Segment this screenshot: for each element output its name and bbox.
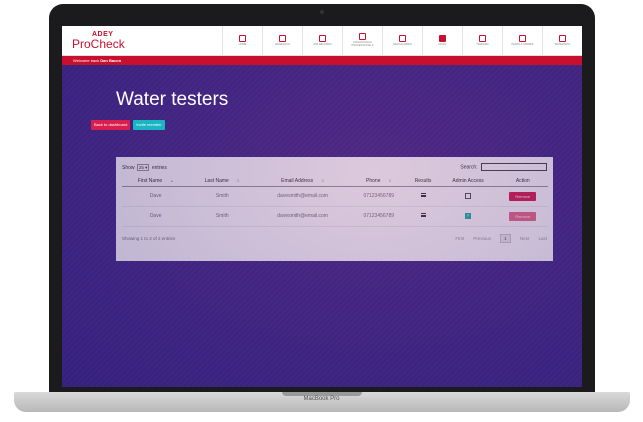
last-name-cell: Smith (189, 186, 256, 207)
phone-cell: 07123456789 (350, 186, 408, 207)
table-row: Dave Smith davesmith@email.com 071234567… (122, 206, 548, 227)
sort-icon: ⇅ (321, 178, 325, 183)
sort-icon: ⇅ (388, 178, 392, 183)
last-name-cell: Smith (189, 206, 256, 227)
device-brand-label: MacBook Pro (303, 396, 340, 402)
research-icon (279, 34, 286, 42)
remove-button[interactable]: Remove (509, 211, 537, 221)
phone-cell: 07123456789 (350, 206, 408, 227)
search-input[interactable] (481, 163, 547, 171)
results-list-icon[interactable] (420, 193, 426, 197)
testers-table: First Name ▲ Last Name ⇅ Email Address ⇅ Ph… (122, 176, 548, 227)
magnaclean-icon (359, 33, 366, 41)
pagination: First Previous 1 Next Last (447, 233, 547, 243)
entries-select[interactable]: 25 ▾ (136, 163, 150, 171)
brand-name: ProCheck (72, 37, 125, 51)
pagination-previous[interactable]: Previous (473, 236, 491, 241)
search-label: Search: (460, 164, 478, 171)
records-icon (319, 34, 326, 42)
testers-table-panel: Show 25 ▾ entries Search: First Name ▲ La… (116, 157, 553, 261)
column-first-name[interactable]: First Name ▲ (122, 176, 190, 187)
entries-length-control: Show 25 ▾ entries (122, 163, 167, 171)
nav-item-magnaclean[interactable]: MAGNACLEAN PROFESSIONALS (342, 26, 382, 56)
nav-item-job-records[interactable]: JOB RECORDS (302, 26, 342, 56)
admin-access-checkbox[interactable] (465, 192, 472, 199)
laptop-mockup: ADEY ProCheck HOME RESEARCH JOB RECORDS … (0, 0, 643, 422)
top-navigation: ADEY ProCheck HOME RESEARCH JOB RECORDS … (62, 26, 582, 56)
nav-item-research[interactable]: RESEARCH (262, 26, 302, 56)
column-admin-access: Admin Access (438, 176, 498, 187)
diary-icon (439, 34, 446, 42)
camera (320, 10, 324, 14)
procheck-logo[interactable]: ADEY ProCheck (62, 31, 222, 50)
nav-item-home[interactable]: HOME (222, 26, 262, 56)
invite-member-button[interactable]: Invite member (133, 120, 165, 130)
search-control: Search: (460, 163, 547, 171)
nav-item-diary[interactable]: DIARY (422, 26, 462, 56)
column-results: Results (407, 176, 439, 187)
first-name-cell: Dave (122, 186, 190, 207)
email-cell: davesmith@email.com (255, 186, 351, 207)
welcome-user: Dan Bacon (100, 58, 122, 63)
first-name-cell: Dave (122, 206, 190, 227)
watertest-icon (559, 34, 566, 42)
column-action: Action (497, 176, 548, 187)
nav-item-device-admin[interactable]: DEVICE ADMIN (382, 26, 422, 56)
training-icon (479, 34, 486, 42)
column-last-name[interactable]: Last Name ⇅ (189, 176, 256, 187)
device-icon (399, 34, 406, 42)
pagination-page-1[interactable]: 1 (500, 233, 511, 243)
nav-item-parts[interactable]: PARTS & SPARES (502, 26, 542, 56)
sort-icon: ⇅ (236, 178, 240, 183)
laptop-base (14, 392, 630, 412)
nav-item-watertest[interactable]: WATERTEST (542, 26, 582, 56)
welcome-prefix: Welcome back (73, 58, 100, 63)
column-email[interactable]: Email Address ⇅ (255, 176, 351, 187)
home-icon (239, 34, 246, 42)
table-row: Dave Smith davesmith@email.com 071234567… (122, 186, 548, 207)
laptop-lid: ADEY ProCheck HOME RESEARCH JOB RECORDS … (49, 4, 595, 396)
screen: ADEY ProCheck HOME RESEARCH JOB RECORDS … (62, 26, 582, 387)
admin-access-checkbox-checked[interactable]: ✓ (465, 212, 472, 219)
results-list-icon[interactable] (420, 213, 426, 217)
parts-icon (519, 34, 526, 42)
remove-button[interactable]: Remove (509, 191, 537, 201)
column-phone[interactable]: Phone ⇅ (350, 176, 408, 187)
sort-asc-icon: ▲ (170, 178, 174, 183)
welcome-bar: Welcome back Dan Bacon (62, 56, 582, 65)
pagination-first[interactable]: First (455, 236, 464, 241)
email-cell: davesmith@email.com (255, 206, 351, 227)
pagination-last[interactable]: Last (538, 236, 547, 241)
pagination-next[interactable]: Next (520, 236, 529, 241)
page-title: Water testers (116, 89, 229, 110)
table-info: Showing 1 to 2 of 2 entries (122, 235, 176, 241)
nav-item-training[interactable]: TRAINING (462, 26, 502, 56)
back-to-dashboard-button[interactable]: Back to dashboard (91, 120, 131, 130)
